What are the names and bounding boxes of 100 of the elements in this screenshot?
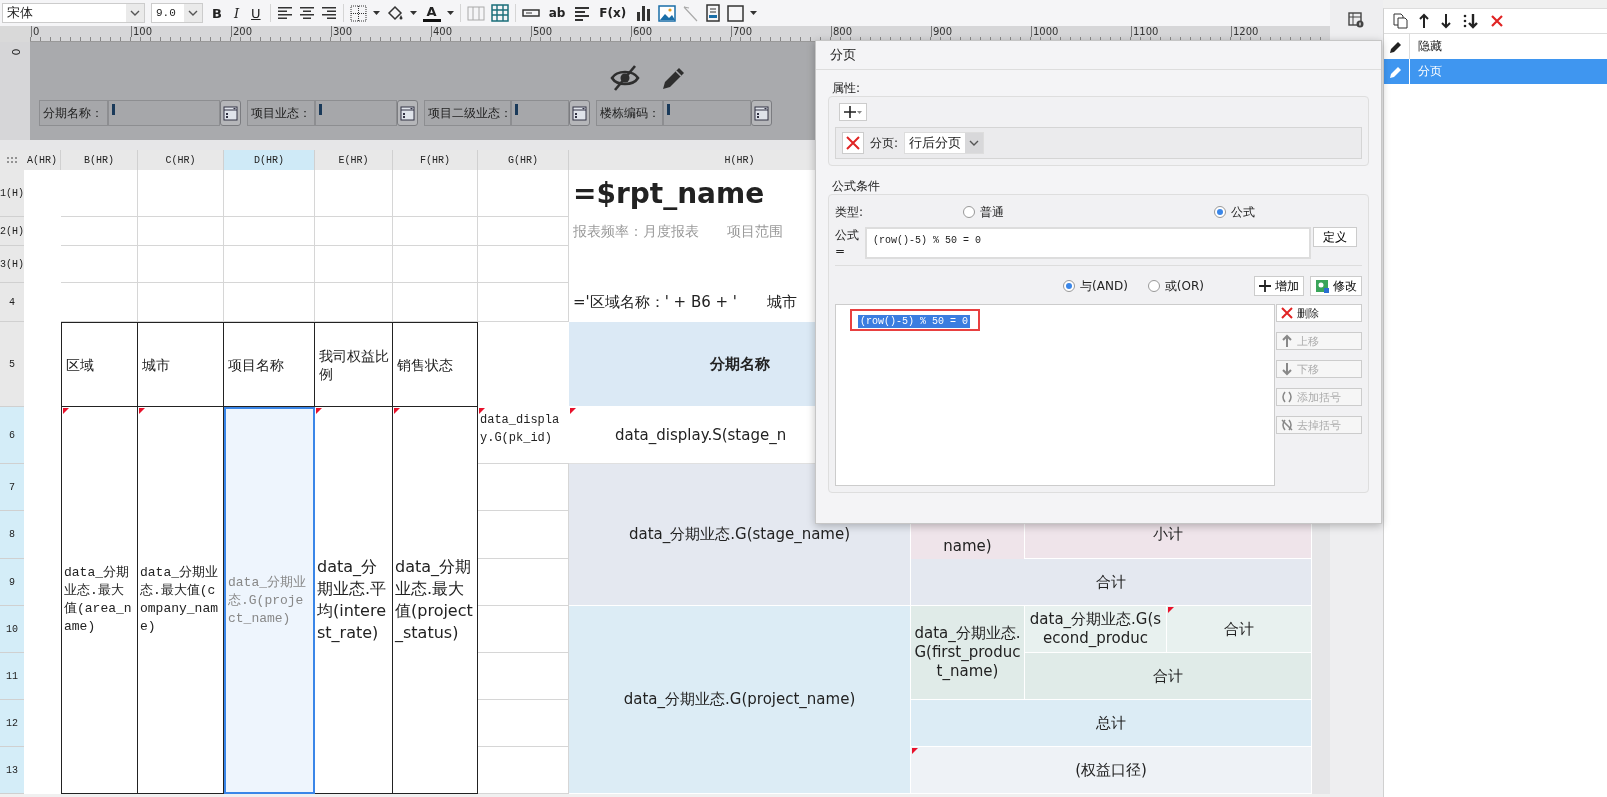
- row-header[interactable]: 5: [0, 322, 24, 407]
- add-button[interactable]: [839, 103, 867, 121]
- parameter-field[interactable]: [663, 100, 751, 126]
- column-header[interactable]: E(HR): [315, 150, 393, 170]
- ruler-label: 1200: [1231, 26, 1259, 37]
- condition-item[interactable]: (row()-5) % 50 = 0: [858, 315, 971, 328]
- paragraph-icon[interactable]: [574, 4, 591, 22]
- column-header[interactable]: B(HR): [61, 150, 138, 170]
- document-icon[interactable]: [705, 4, 722, 22]
- remove-button[interactable]: [842, 132, 864, 154]
- parameter-label: 分期名称：: [39, 100, 108, 126]
- radio-button[interactable]: 或(OR): [1147, 277, 1204, 295]
- caret-icon[interactable]: [372, 11, 380, 15]
- parameter-label: 项目业态：: [247, 100, 315, 126]
- picker-button[interactable]: [220, 100, 241, 126]
- table-icon[interactable]: [490, 4, 509, 22]
- row-header[interactable]: 1(H): [0, 170, 24, 217]
- picker-button[interactable]: [397, 100, 418, 126]
- arrow-down-icon[interactable]: [1439, 13, 1452, 29]
- column-header[interactable]: A(HR): [24, 150, 61, 170]
- ruler-label: 900: [931, 26, 953, 37]
- column-header[interactable]: C(HR): [138, 150, 224, 170]
- column-header[interactable]: F(HR): [393, 150, 478, 170]
- table-cell: data_分期业态.G(project_name): [224, 407, 315, 794]
- ruler-label: 1100: [1131, 26, 1159, 37]
- formula-field[interactable]: (row()-5) % 50 = 0: [865, 227, 1311, 259]
- radio-button[interactable]: 普通: [963, 203, 1214, 221]
- page-break-dropdown[interactable]: 行后分页: [904, 132, 985, 154]
- row-header[interactable]: 13: [0, 747, 24, 794]
- picker-button[interactable]: [569, 100, 590, 126]
- parameter-label: 项目二级业态：: [424, 100, 511, 126]
- picker-button[interactable]: [751, 100, 772, 126]
- grid-dots-icon[interactable]: [6, 156, 18, 164]
- caret-icon[interactable]: [446, 11, 454, 15]
- text-button[interactable]: ab: [545, 3, 569, 23]
- copy-icon[interactable]: [1391, 13, 1408, 29]
- row-header[interactable]: 2(H): [0, 217, 24, 246]
- radio-button[interactable]: 与(AND): [1063, 277, 1128, 295]
- caret-icon[interactable]: [409, 11, 417, 15]
- border-icon[interactable]: [349, 4, 367, 22]
- column-header[interactable]: G(HR): [478, 150, 569, 170]
- modify-button[interactable]: 修改: [1310, 276, 1362, 296]
- parameter-field[interactable]: [511, 100, 569, 126]
- radio-button[interactable]: 公式: [1214, 203, 1255, 221]
- row-header[interactable]: 3(H): [0, 246, 24, 283]
- move-bottom-icon[interactable]: [1461, 13, 1480, 29]
- font-select[interactable]: 宋体: [2, 3, 145, 23]
- ruler-label: 1000: [1031, 26, 1059, 37]
- ruler-label: 500: [531, 26, 553, 37]
- row-header[interactable]: 11: [0, 653, 24, 700]
- row-header[interactable]: 10: [0, 606, 24, 653]
- cell-text: 项目范围: [727, 222, 783, 241]
- caret-icon: [857, 110, 862, 114]
- arrow-up-icon[interactable]: [1417, 13, 1430, 29]
- image-icon[interactable]: [658, 4, 677, 22]
- delete-icon[interactable]: [1489, 14, 1504, 28]
- underline-button[interactable]: U: [248, 3, 264, 23]
- table-cell: 区域: [61, 322, 138, 407]
- bold-button[interactable]: B: [209, 3, 225, 23]
- window-icon: [754, 105, 769, 121]
- frame-icon[interactable]: [727, 4, 745, 22]
- chevron-icon: [130, 9, 140, 17]
- group-label: 公式条件: [831, 178, 881, 194]
- row-header[interactable]: 9: [0, 559, 24, 606]
- column-header[interactable]: D(HR): [224, 150, 315, 170]
- table-cell: data_分期业态.平均(interest_rate): [315, 407, 393, 794]
- field-label: 分页:: [870, 134, 899, 152]
- ruler-label: 400: [431, 26, 453, 37]
- row-header[interactable]: 6: [0, 407, 24, 464]
- align-right-icon[interactable]: [320, 4, 337, 22]
- parameter-field[interactable]: [108, 100, 220, 126]
- align-center-icon[interactable]: [298, 4, 315, 22]
- table-info-icon[interactable]: [1348, 12, 1365, 28]
- field-label: 公式=: [835, 227, 860, 258]
- delete-button[interactable]: 删除: [1276, 304, 1362, 322]
- caret-icon[interactable]: [750, 11, 758, 15]
- row-header[interactable]: 7: [0, 464, 24, 511]
- ruler-label: 300: [331, 26, 353, 37]
- table-cell: (权益口径): [911, 747, 1312, 794]
- bar-chart-icon[interactable]: [635, 4, 653, 22]
- italic-button[interactable]: I: [230, 3, 243, 23]
- table-cell: data_分期业态.G(first_product_name): [911, 606, 1025, 700]
- add-button[interactable]: 增加: [1254, 276, 1304, 296]
- ruler-label: 0: [31, 26, 40, 37]
- font-size-select[interactable]: 9.0: [151, 3, 203, 23]
- fill-bucket-icon[interactable]: [385, 4, 404, 22]
- define-button[interactable]: 定义: [1313, 227, 1357, 247]
- eye-slash-icon[interactable]: [610, 64, 640, 92]
- table-cell: 总计: [911, 700, 1312, 747]
- parameter-field[interactable]: [315, 100, 397, 126]
- row-header[interactable]: 12: [0, 700, 24, 747]
- row-header[interactable]: 4: [0, 283, 24, 322]
- align-left-icon[interactable]: [276, 4, 293, 22]
- row-header[interactable]: 8: [0, 511, 24, 559]
- font-color-button[interactable]: A: [422, 4, 441, 22]
- formula-button[interactable]: F(x): [596, 3, 630, 23]
- ruler-label: 600: [631, 26, 653, 37]
- table-cell: 销售状态: [393, 322, 478, 407]
- table-cell: 我司权益比例: [315, 322, 393, 407]
- ruler-label: 100: [131, 26, 153, 37]
